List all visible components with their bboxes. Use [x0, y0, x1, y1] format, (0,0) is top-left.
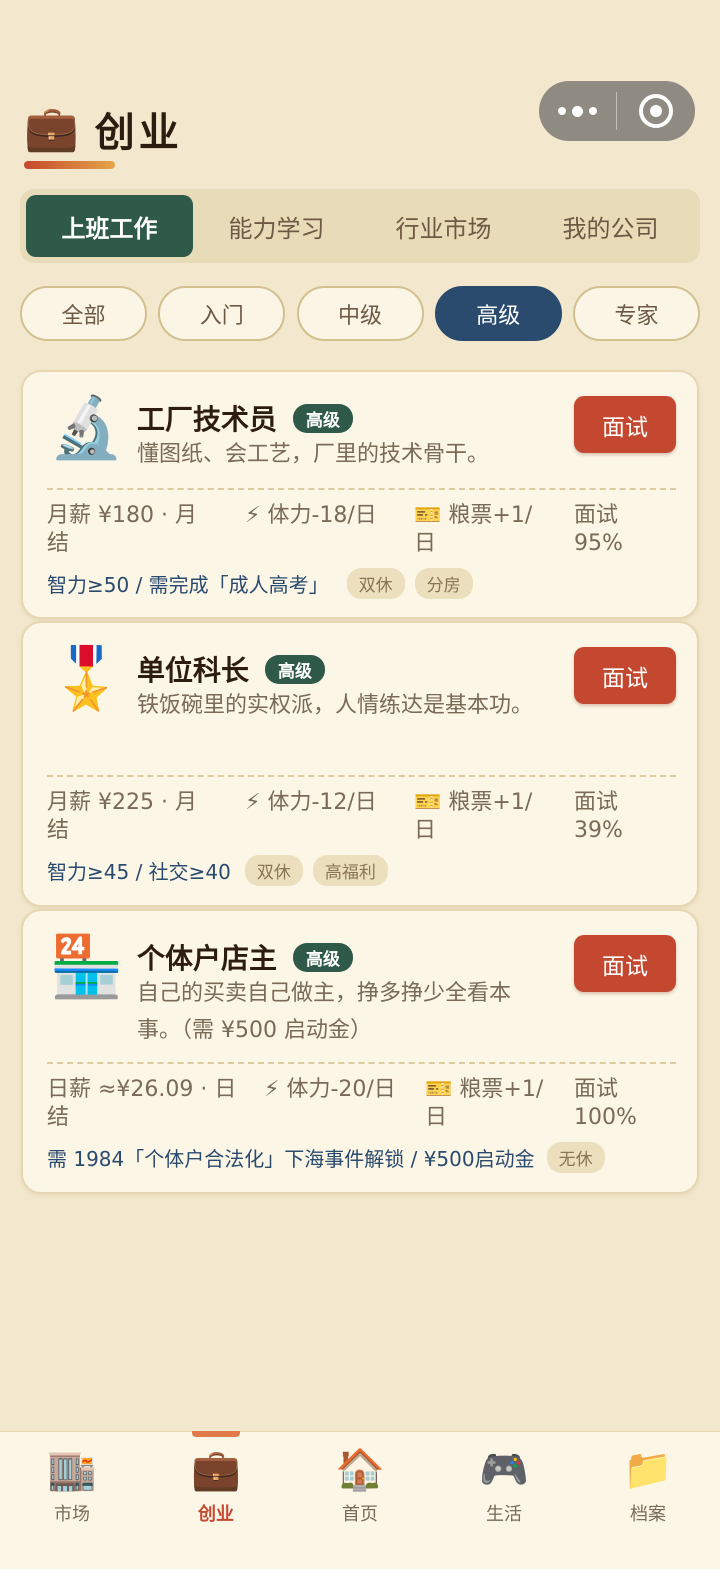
perk-tag: 无休	[546, 1142, 605, 1173]
filter-all[interactable]: 全部	[20, 286, 147, 341]
divider	[47, 1062, 676, 1064]
job-description: 自己的买卖自己做主，挣多挣少全看本事。（需 ¥500 启动金）	[137, 981, 512, 1043]
requirements: 需 1984「个体户合法化」下海事件解锁 / ¥500启动金 无休	[47, 1142, 605, 1173]
nav-startup[interactable]: 💼 创业	[144, 1431, 288, 1569]
ticket-info: 🎫 粮票+1/日	[425, 1077, 544, 1130]
stamina-info: ⚡ 体力-18/日	[245, 503, 377, 528]
interview-chance: 面试 95%	[574, 503, 623, 556]
job-description: 懂图纸、会工艺，厂里的技术骨干。	[137, 442, 490, 467]
briefcase-icon: 💼	[24, 103, 79, 154]
filter-beginner[interactable]: 入门	[158, 286, 286, 341]
requirement-text: 智力≥50 / 需完成「成人高考」	[47, 573, 329, 597]
more-icon[interactable]	[539, 105, 616, 117]
job-title: 个体户店主	[137, 942, 278, 975]
bottom-nav: 🏬 市场 💼 创业 🏠 首页 🎮 生活 📁 档案	[0, 1431, 720, 1569]
salary-info: 月薪 ¥180 · 月结	[47, 503, 197, 556]
stamina-info: ⚡ 体力-12/日	[245, 790, 377, 815]
job-card: 🔬 工厂技术员 高级 懂图纸、会工艺，厂里的技术骨干。 面试 月薪 ¥180 · …	[21, 370, 699, 619]
level-filters: 全部 入门 中级 高级 专家	[20, 286, 700, 341]
divider	[47, 775, 676, 777]
requirements: 智力≥45 / 社交≥40 双休 高福利	[47, 855, 388, 886]
perk-tag: 双休	[244, 855, 303, 886]
folder-icon: 📁	[623, 1447, 673, 1493]
ticket-info: 🎫 粮票+1/日	[414, 790, 533, 843]
main-tabs: 上班工作 能力学习 行业市场 我的公司	[20, 189, 700, 263]
interview-button[interactable]: 面试	[574, 396, 676, 453]
stamina-info: ⚡ 体力-20/日	[264, 1077, 396, 1102]
title-underline	[24, 161, 115, 169]
salary-info: 月薪 ¥225 · 月结	[47, 790, 197, 843]
level-badge: 高级	[293, 403, 354, 433]
nav-label: 创业	[198, 1504, 234, 1525]
requirements: 智力≥50 / 需完成「成人高考」 双休 分房	[47, 568, 473, 599]
job-card: 🏪 个体户店主 高级 自己的买卖自己做主，挣多挣少全看本事。（需 ¥500 启动金…	[21, 909, 699, 1194]
house-icon: 🏠	[335, 1447, 385, 1493]
interview-chance: 面试 100%	[574, 1077, 637, 1130]
interview-button[interactable]: 面试	[574, 935, 676, 992]
tab-market[interactable]: 行业市场	[360, 195, 527, 257]
nav-life[interactable]: 🎮 生活	[432, 1432, 576, 1569]
microscope-icon: 🔬	[49, 393, 124, 463]
nav-label: 生活	[486, 1504, 522, 1525]
nav-label: 市场	[54, 1504, 90, 1525]
mini-program-capsule	[539, 81, 695, 141]
filter-intermediate[interactable]: 中级	[296, 286, 424, 341]
level-badge: 高级	[293, 942, 354, 972]
interview-chance: 面试 39%	[574, 790, 623, 843]
nav-archive[interactable]: 📁 档案	[576, 1432, 720, 1569]
tab-company[interactable]: 我的公司	[527, 195, 694, 257]
perk-tag: 分房	[414, 568, 473, 599]
department-store-icon: 🏬	[47, 1447, 97, 1493]
gamepad-icon: 🎮	[479, 1447, 529, 1493]
interview-button[interactable]: 面试	[574, 647, 676, 704]
page-title: 创业	[94, 110, 183, 156]
nav-label: 首页	[342, 1504, 378, 1525]
filter-advanced[interactable]: 高级	[434, 286, 562, 341]
perk-tag: 双休	[346, 568, 405, 599]
ticket-info: 🎫 粮票+1/日	[414, 503, 533, 556]
requirement-text: 需 1984「个体户合法化」下海事件解锁 / ¥500启动金	[47, 1147, 535, 1171]
salary-info: 日薪 ≈¥26.09 · 日结	[47, 1077, 237, 1130]
job-card: 🎖️ 单位科长 高级 铁饭碗里的实权派，人情练达是基本功。 面试 月薪 ¥225 …	[21, 621, 699, 907]
perk-tag: 高福利	[312, 855, 388, 886]
job-title: 单位科长	[137, 654, 250, 687]
level-badge: 高级	[265, 654, 326, 684]
nav-home[interactable]: 🏠 首页	[288, 1432, 432, 1569]
briefcase-icon: 💼	[191, 1447, 241, 1493]
target-icon[interactable]	[617, 94, 695, 128]
tab-work[interactable]: 上班工作	[26, 195, 193, 257]
filter-expert[interactable]: 专家	[573, 286, 700, 341]
job-title: 工厂技术员	[137, 403, 278, 436]
nav-market[interactable]: 🏬 市场	[0, 1432, 144, 1569]
nav-label: 档案	[630, 1504, 666, 1525]
divider	[47, 488, 676, 490]
requirement-text: 智力≥45 / 社交≥40	[47, 860, 231, 884]
convenience-store-icon: 🏪	[49, 932, 124, 1002]
page-header: 💼 创业	[24, 100, 183, 158]
medal-icon: 🎖️	[49, 644, 124, 714]
active-indicator	[192, 1431, 240, 1437]
job-description: 铁饭碗里的实权派，人情练达是基本功。	[137, 693, 534, 718]
tab-study[interactable]: 能力学习	[193, 195, 360, 257]
